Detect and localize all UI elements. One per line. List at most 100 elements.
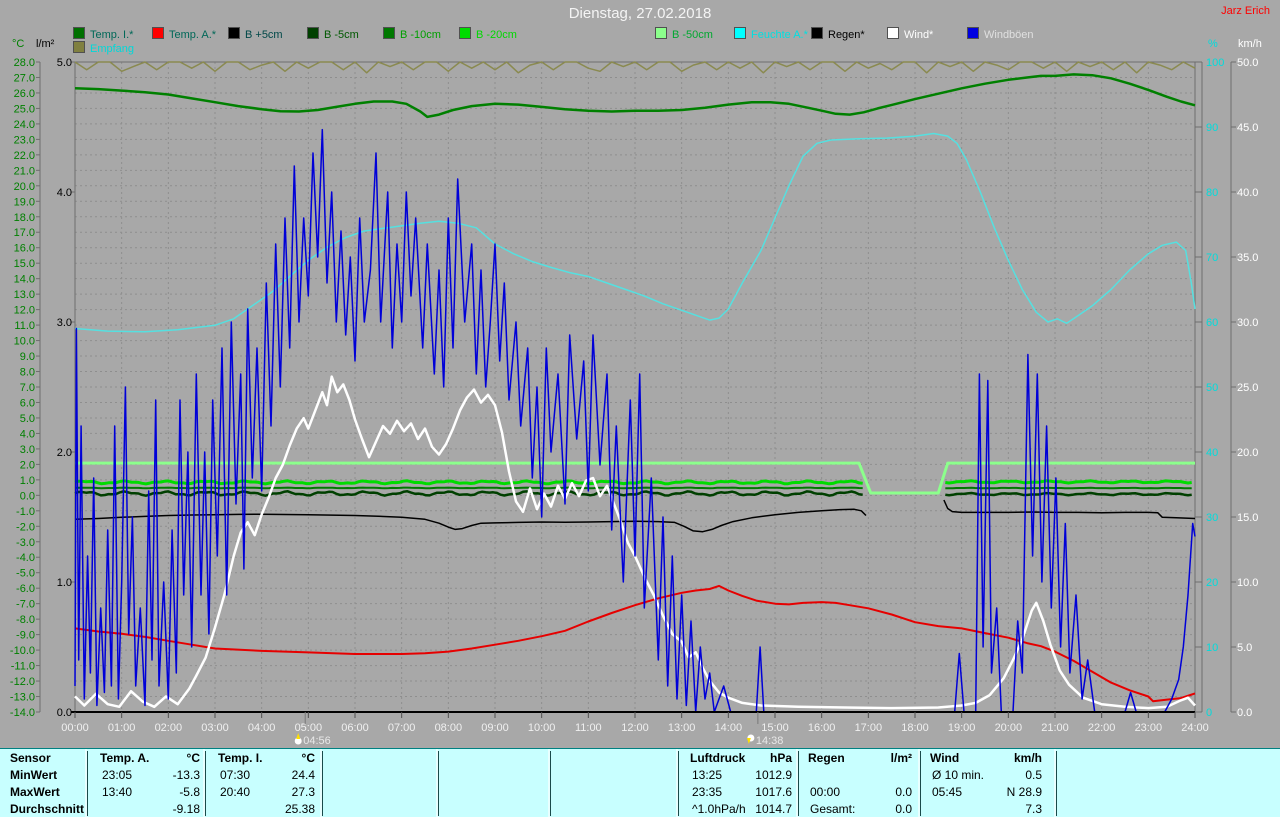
x-axis-label: 01:00 [108,722,136,734]
table-cell-value: 0.0 [895,802,912,816]
series-b_m5cm [945,493,1191,495]
x-axis-label: 23:00 [1135,722,1163,734]
table-divider [678,751,679,816]
kmh-tick-label: 20.0 [1237,447,1258,459]
series-b_m20cm [945,481,1191,483]
c-tick-label: 19.0 [14,196,35,208]
table-cell-time: Gesamt: [810,802,855,816]
x-axis-label: 03:00 [201,722,229,734]
c-tick-label: 6.0 [20,397,35,409]
table-col-unit: hPa [770,751,792,765]
c-tick-label: 27.0 [14,72,35,84]
table-cell-value: 7.3 [1025,802,1042,816]
table-col-header: Temp. A. [100,751,149,765]
c-tick-label: 20.0 [14,181,35,193]
x-axis-label: 21:00 [1041,722,1069,734]
x-axis-label: 00:00 [61,722,89,734]
c-tick-label: 0.0 [20,490,35,502]
table-cell-time: 20:40 [220,785,250,799]
x-axis-label: 13:00 [668,722,696,734]
c-tick-label: 25.0 [14,103,35,115]
table-cell-time: ^1.0hPa/h [692,802,746,816]
table-row-label: Sensor [10,751,51,765]
x-axis-label: 20:00 [995,722,1023,734]
pct-tick-label: 90 [1206,122,1218,134]
table-cell-time: 13:25 [692,768,722,782]
kmh-tick-label: 35.0 [1237,252,1258,264]
kmh-tick-label: 15.0 [1237,512,1258,524]
sunset-time-label: 14:38 [756,735,784,747]
pct-tick-label: 80 [1206,187,1218,199]
x-axis-label: 15:00 [761,722,789,734]
table-col-header: Regen [808,751,845,765]
pct-tick-label: 20 [1206,577,1218,589]
table-cell-time: 23:05 [102,768,132,782]
pct-tick-label: 30 [1206,512,1218,524]
kmh-tick-label: 25.0 [1237,382,1258,394]
lm2-tick-label: 5.0 [57,57,72,69]
table-cell-value: 27.3 [292,785,315,799]
c-tick-label: 28.0 [14,57,35,69]
c-tick-label: 24.0 [14,119,35,131]
lm2-tick-label: 3.0 [57,317,72,329]
table-cell-time: 07:30 [220,768,250,782]
c-tick-label: 5.0 [20,413,35,425]
c-tick-label: 1.0 [20,475,35,487]
table-divider [798,751,799,816]
c-tick-label: 9.0 [20,351,35,363]
pct-tick-label: 0 [1206,707,1212,719]
x-axis-label: 07:00 [388,722,416,734]
c-tick-label: 26.0 [14,88,35,100]
table-col-header: Temp. I. [218,751,262,765]
table-divider [87,751,88,816]
table-cell-time: 05:45 [932,785,962,799]
c-tick-label: -14.0 [10,707,35,719]
c-tick-label: -2.0 [16,521,35,533]
x-axis-label: 09:00 [481,722,509,734]
kmh-tick-label: 0.0 [1237,707,1252,719]
c-tick-label: 21.0 [14,165,35,177]
table-cell-value: 0.5 [1025,768,1042,782]
c-tick-label: 8.0 [20,367,35,379]
x-axis-label: 10:00 [528,722,556,734]
c-tick-label: 18.0 [14,212,35,224]
c-tick-label: 2.0 [20,459,35,471]
c-tick-label: 11.0 [14,320,35,332]
table-cell-time: 13:40 [102,785,132,799]
c-tick-label: -12.0 [10,676,35,688]
c-tick-label: -8.0 [16,614,35,626]
table-divider [1056,751,1057,816]
pct-tick-label: 60 [1206,317,1218,329]
table-row-label: MaxWert [10,785,60,799]
x-axis-label: 19:00 [948,722,976,734]
weather-app-window: Dienstag, 27.02.2018 Jarz Erich Temp. I.… [0,0,1280,817]
series-b_m10cm [945,488,1191,489]
pct-tick-label: 40 [1206,447,1218,459]
c-tick-label: 12.0 [14,305,35,317]
x-axis-label: 04:00 [248,722,276,734]
sunrise-time-label: 04:56 [303,735,331,747]
table-cell-value: -5.8 [179,785,200,799]
c-tick-label: 23.0 [14,134,35,146]
x-axis-label: 06:00 [341,722,369,734]
table-divider [205,751,206,816]
lm2-tick-label: 0.0 [57,707,72,719]
c-tick-label: -10.0 [10,645,35,657]
kmh-tick-label: 10.0 [1237,577,1258,589]
table-col-unit: l/m² [891,751,912,765]
c-tick-label: -13.0 [10,692,35,704]
kmh-tick-label: 30.0 [1237,317,1258,329]
table-cell-time: 23:35 [692,785,722,799]
c-tick-label: 22.0 [14,150,35,162]
c-tick-label: -11.0 [11,661,35,673]
x-axis-label: 18:00 [901,722,929,734]
kmh-tick-label: 5.0 [1237,642,1252,654]
table-cell-value: 1012.9 [755,768,792,782]
lm2-tick-label: 4.0 [57,187,72,199]
pct-tick-label: 100 [1206,57,1224,69]
kmh-tick-label: 45.0 [1237,122,1258,134]
table-row-label: MinWert [10,768,57,782]
c-tick-label: 3.0 [20,444,35,456]
series-temp_i [75,74,1195,117]
c-tick-label: 16.0 [14,243,35,255]
